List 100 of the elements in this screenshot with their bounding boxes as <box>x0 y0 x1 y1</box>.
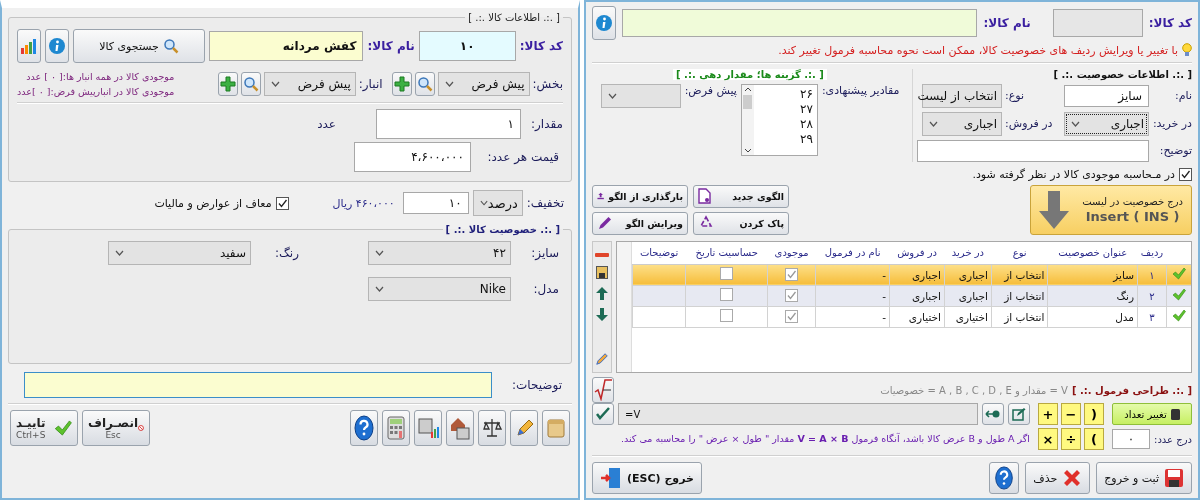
house-box-icon <box>449 416 471 440</box>
field-label: توضیحات: <box>512 378 562 392</box>
info-button[interactable] <box>45 29 69 63</box>
checkbox[interactable] <box>720 288 734 302</box>
save-icon[interactable] <box>596 265 608 279</box>
search-button[interactable]: جستجوی کالا <box>73 29 205 63</box>
unit-text: عدد <box>317 117 336 131</box>
scrollbar[interactable] <box>617 241 632 373</box>
name-field[interactable] <box>622 9 978 37</box>
formula-button[interactable] <box>592 377 614 404</box>
code-field[interactable] <box>1052 9 1143 37</box>
name-field[interactable]: کفش مردانه <box>209 31 364 61</box>
name-input[interactable]: سایز <box>1064 84 1149 107</box>
plus-icon <box>393 76 410 92</box>
panel-legend: [ .:. گزینه ها؛ مقدار دهی .:. ] <box>673 68 827 80</box>
formula-field[interactable]: V= <box>618 403 978 426</box>
pattern-button[interactable]: بارگذاری از الگو <box>592 184 688 208</box>
square-root-icon <box>594 379 612 402</box>
scroll-up-icon[interactable] <box>743 86 752 92</box>
help-button[interactable] <box>350 410 378 446</box>
operator-button[interactable]: − <box>1061 403 1081 426</box>
chart-button[interactable] <box>17 29 41 63</box>
search-button[interactable] <box>414 72 435 96</box>
field-label: بخش: <box>532 77 563 91</box>
link-button[interactable] <box>982 403 1004 426</box>
checkbox[interactable] <box>785 267 799 281</box>
list-item[interactable]: ۲۷ <box>800 101 813 117</box>
field-label: مقدار: <box>530 117 563 131</box>
search-button[interactable] <box>240 72 261 96</box>
feature-dropdown[interactable]: ۴۲ <box>368 241 511 265</box>
toolbar-button[interactable] <box>382 410 410 446</box>
exit-door-icon <box>600 467 622 489</box>
discount-field[interactable]: ۱۰ <box>402 192 469 214</box>
delete-button[interactable]: حذف <box>1025 462 1091 494</box>
description-field[interactable] <box>917 139 1149 162</box>
feature-dropdown[interactable]: سفید <box>108 241 251 265</box>
field-label: توضیح: <box>1158 144 1192 158</box>
table-cell: انتخاب از <box>991 306 1048 328</box>
operator-button[interactable]: + <box>1038 403 1058 426</box>
table-cell: مدل <box>1047 306 1138 328</box>
pattern-button[interactable]: ویرایش الگو <box>592 211 688 235</box>
field-label: تخفیف: <box>526 196 564 210</box>
add-button[interactable] <box>391 72 412 96</box>
suggested-values-list[interactable]: ۲۶ ۲۷ ۲۸ ۲۹ <box>740 83 818 156</box>
minus-icon[interactable] <box>595 251 609 258</box>
checkbox[interactable] <box>720 267 734 281</box>
scroll-down-icon[interactable] <box>743 147 752 153</box>
checkbox[interactable] <box>785 288 799 302</box>
notes-field[interactable] <box>24 372 492 398</box>
table-row[interactable]: ۳ مدل انتخاب از اختیاری اختیاری - <box>632 306 1191 328</box>
checkbox[interactable] <box>785 309 799 323</box>
save-exit-button[interactable]: ثبت و خروج <box>1096 462 1192 494</box>
caret-icon <box>479 200 488 206</box>
field-label: پیش فرض: <box>684 83 737 97</box>
apply-button[interactable] <box>592 403 614 426</box>
operator-button[interactable]: ) <box>1084 403 1104 426</box>
table-row[interactable]: ۱ سایز انتخاب از اجباری اجباری - <box>632 264 1191 286</box>
table-row[interactable]: ۲ رنگ انتخاب از اجباری اجباری - <box>632 285 1191 307</box>
purchase-dropdown[interactable]: اجباری <box>1064 111 1149 136</box>
table-cell: - <box>815 285 890 307</box>
stock-text: موجودی کالا در همه انبار ها:[ ۰ ] عدد <box>25 71 175 82</box>
discount-type-dropdown[interactable]: درصد <box>472 190 523 216</box>
operator-button[interactable]: × <box>1038 428 1058 451</box>
help-button[interactable] <box>989 462 1020 494</box>
checkbox-label: در مـحاسبه موجودی کالا در نظر گرفته شود. <box>972 167 1175 181</box>
scrollbar-thumb[interactable] <box>743 94 753 109</box>
toolbar-button[interactable] <box>446 410 474 446</box>
scrollbar[interactable] <box>741 84 754 155</box>
pencil-icon[interactable] <box>595 352 609 367</box>
list-item[interactable]: ۲۸ <box>800 116 813 132</box>
list-item[interactable]: ۲۹ <box>800 131 813 147</box>
up-arrow-icon[interactable] <box>596 286 608 300</box>
feature-dropdown[interactable]: Nike <box>368 277 511 301</box>
pattern-button[interactable]: الگوی جدید <box>693 184 789 208</box>
caret-icon <box>375 286 384 292</box>
toolbar-button[interactable] <box>510 410 538 446</box>
checkbox[interactable] <box>720 309 734 323</box>
price-field[interactable]: ۴،۶۰۰،۰۰۰ <box>354 142 471 172</box>
checkbox[interactable] <box>1179 167 1192 181</box>
toolbar-button[interactable] <box>478 410 506 446</box>
sale-dropdown[interactable]: اجباری <box>922 111 1002 136</box>
warehouse-dropdown[interactable]: پیش فرض <box>263 72 356 96</box>
down-arrow-icon[interactable] <box>596 307 608 321</box>
exit-button[interactable]: خروج (ESC) <box>592 462 702 494</box>
add-button[interactable] <box>217 72 238 96</box>
checkbox[interactable] <box>275 196 289 210</box>
number-field[interactable]: ۰ <box>1112 429 1151 450</box>
table-cell: سایز <box>1047 264 1138 286</box>
lightbulb-icon <box>1182 43 1192 57</box>
operator-button[interactable]: ( <box>1084 428 1104 451</box>
edit-button[interactable] <box>1008 403 1030 426</box>
info-button[interactable] <box>592 6 616 40</box>
section-dropdown[interactable]: پیش فرض <box>437 72 530 96</box>
pattern-button[interactable]: پاک کردن <box>693 211 789 235</box>
quantity-field[interactable]: ۱ <box>376 109 521 139</box>
operator-button[interactable]: ÷ <box>1061 428 1081 451</box>
change-count-button[interactable]: تغییر تعداد <box>1112 403 1192 426</box>
list-item[interactable]: ۲۶ <box>800 86 813 102</box>
check-icon <box>1172 267 1186 281</box>
code-field[interactable]: ۱۰ <box>418 31 516 61</box>
